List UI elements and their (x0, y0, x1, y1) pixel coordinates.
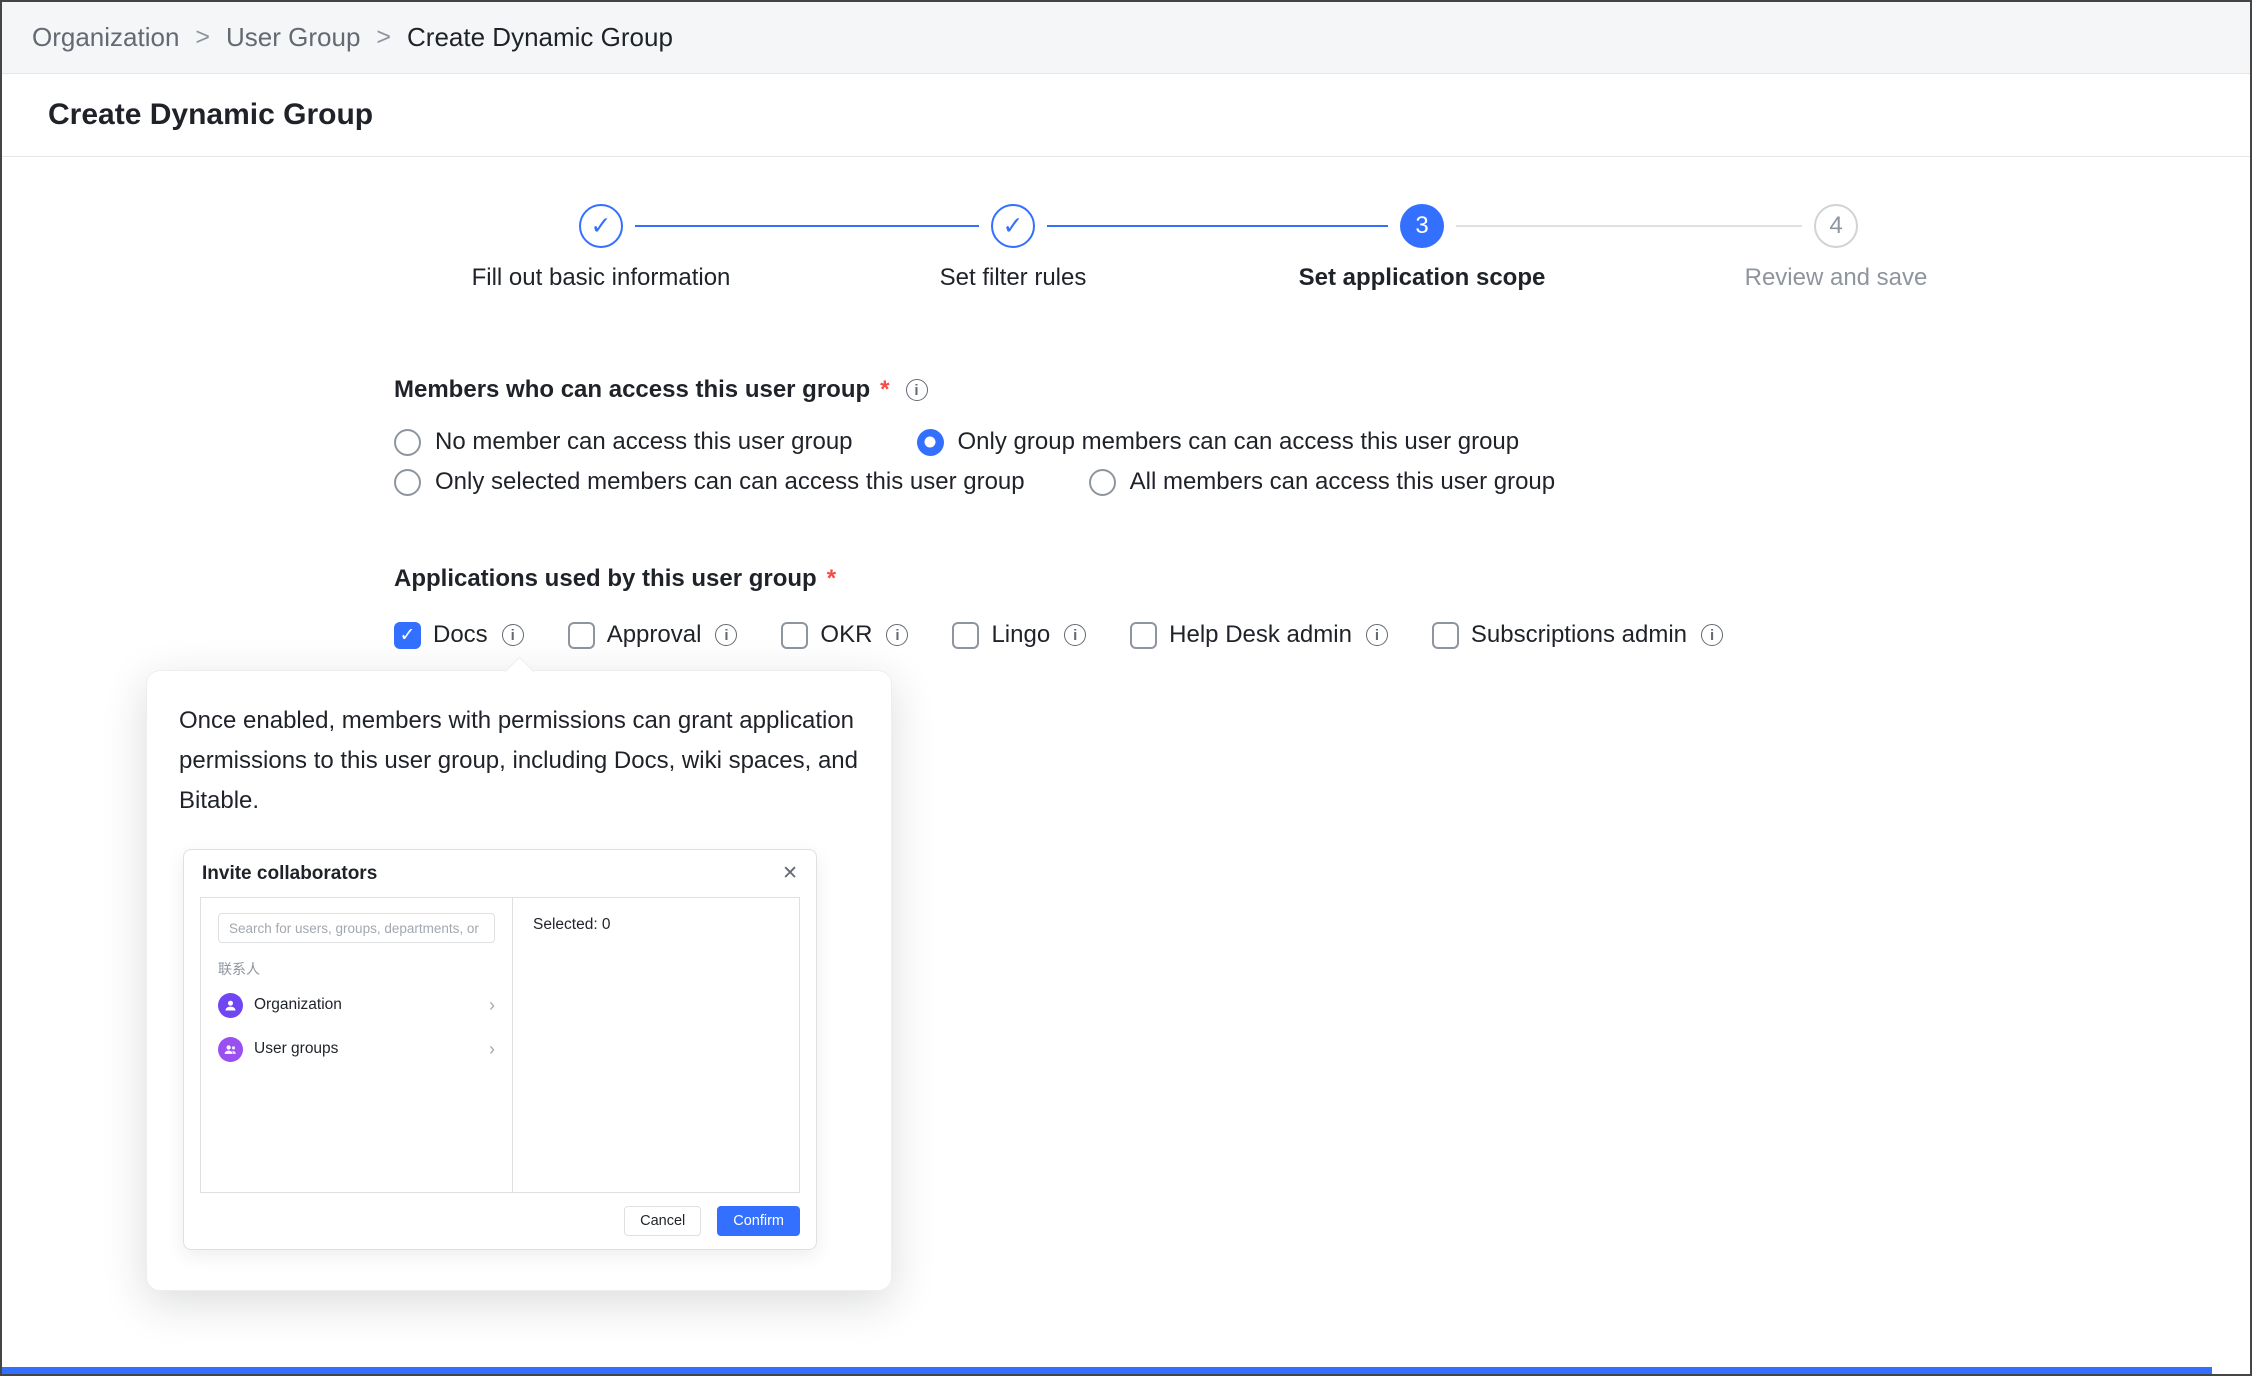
required-mark: * (880, 376, 889, 404)
applications-section-label: Applications used by this user group (394, 565, 817, 593)
info-icon[interactable]: i (1366, 624, 1388, 646)
info-icon[interactable]: i (502, 624, 524, 646)
user-groups-avatar-icon (218, 1037, 243, 1062)
breadcrumb-separator-icon: > (195, 23, 210, 52)
preview-modal-title: Invite collaborators (202, 863, 377, 885)
radio-no-member[interactable]: No member can access this user group (394, 428, 853, 456)
checkbox-icon (781, 622, 808, 649)
contacts-group-label: 联系人 (218, 959, 495, 979)
list-item-label: User groups (254, 1040, 338, 1058)
checkbox-checked-icon: ✓ (394, 622, 421, 649)
radio-all-members[interactable]: All members can access this user group (1089, 468, 1556, 496)
applications-section: Applications used by this user group * ✓… (394, 563, 1723, 655)
members-section-label: Members who can access this user group (394, 376, 870, 404)
step-3-label: Set application scope (1299, 264, 1546, 292)
checkbox-label: Subscriptions admin (1471, 621, 1687, 649)
required-mark: * (827, 565, 836, 593)
bottom-accent-bar (2, 1367, 2212, 1374)
checkbox-help-desk-admin[interactable]: Help Desk admin i (1130, 621, 1388, 649)
checkbox-docs[interactable]: ✓ Docs i (394, 621, 524, 649)
page-title: Create Dynamic Group (48, 98, 373, 132)
step-basic-information: ✓ Fill out basic information (381, 204, 821, 292)
confirm-button: Confirm (717, 1206, 800, 1236)
checkbox-icon (568, 622, 595, 649)
preview-modal-footer: Cancel Confirm (184, 1193, 816, 1249)
step-4-label: Review and save (1745, 264, 1928, 292)
info-icon[interactable]: i (1701, 624, 1723, 646)
breadcrumb-separator-icon: > (376, 23, 391, 52)
list-item-label: Organization (254, 996, 342, 1014)
applications-section-label-row: Applications used by this user group * (394, 563, 1723, 595)
radio-label: Only selected members can can access thi… (435, 468, 1025, 496)
page-title-bar: Create Dynamic Group (2, 74, 2250, 157)
radio-only-selected-members[interactable]: Only selected members can can access thi… (394, 468, 1025, 496)
radio-icon (394, 469, 421, 496)
step-application-scope: 3 Set application scope (1202, 204, 1642, 292)
members-section-label-row: Members who can access this user group *… (394, 374, 1555, 406)
organization-avatar-icon (218, 993, 243, 1018)
close-icon: ✕ (782, 864, 798, 883)
checkbox-icon (1130, 622, 1157, 649)
preview-modal-picker-panel: 联系人 Organization › User groups › (201, 898, 513, 1192)
step-1-check-icon[interactable]: ✓ (579, 204, 623, 248)
checkbox-label: OKR (820, 621, 872, 649)
list-item-user-groups: User groups › (218, 1031, 495, 1067)
docs-info-tooltip: Once enabled, members with permissions c… (146, 670, 892, 1291)
info-icon[interactable]: i (906, 379, 928, 401)
chevron-right-icon: › (489, 996, 495, 1014)
radio-icon (1089, 469, 1116, 496)
list-item-organization: Organization › (218, 987, 495, 1023)
checkbox-label: Help Desk admin (1169, 621, 1352, 649)
step-3-number: 3 (1400, 204, 1444, 248)
breadcrumb-item-user-group[interactable]: User Group (226, 22, 360, 53)
applications-checkbox-row: ✓ Docs i Approval i OKR i Lingo i He (394, 615, 1723, 655)
members-options-row-1: No member can access this user group Onl… (394, 422, 1555, 462)
radio-label: Only group members can can access this u… (958, 428, 1520, 456)
checkbox-icon (952, 622, 979, 649)
members-access-section: Members who can access this user group *… (394, 374, 1555, 502)
radio-only-group-members[interactable]: Only group members can can access this u… (917, 428, 1520, 456)
radio-icon (394, 429, 421, 456)
checkbox-label: Lingo (991, 621, 1050, 649)
preview-modal-header: Invite collaborators ✕ (184, 850, 816, 897)
step-2-label: Set filter rules (940, 264, 1087, 292)
checkbox-approval[interactable]: Approval i (568, 621, 738, 649)
radio-selected-icon (917, 429, 944, 456)
step-4-number: 4 (1814, 204, 1858, 248)
breadcrumb: Organization > User Group > Create Dynam… (2, 2, 2250, 74)
checkbox-lingo[interactable]: Lingo i (952, 621, 1086, 649)
checkbox-subscriptions-admin[interactable]: Subscriptions admin i (1432, 621, 1723, 649)
radio-label: All members can access this user group (1130, 468, 1556, 496)
selected-count: Selected: 0 (533, 916, 611, 933)
docs-tooltip-text: Once enabled, members with permissions c… (179, 701, 859, 821)
cancel-button: Cancel (624, 1206, 701, 1236)
checkbox-label: Docs (433, 621, 488, 649)
breadcrumb-item-current: Create Dynamic Group (407, 22, 673, 53)
info-icon[interactable]: i (1064, 624, 1086, 646)
step-2-check-icon[interactable]: ✓ (991, 204, 1035, 248)
step-filter-rules: ✓ Set filter rules (793, 204, 1233, 292)
preview-modal-selected-panel: Selected: 0 (513, 898, 799, 1192)
radio-label: No member can access this user group (435, 428, 853, 456)
members-options-row-2: Only selected members can can access thi… (394, 462, 1555, 502)
info-icon[interactable]: i (886, 624, 908, 646)
chevron-right-icon: › (489, 1040, 495, 1058)
checkbox-okr[interactable]: OKR i (781, 621, 908, 649)
info-icon[interactable]: i (715, 624, 737, 646)
preview-modal-body: 联系人 Organization › User groups › (200, 897, 800, 1193)
members-options: No member can access this user group Onl… (394, 422, 1555, 502)
checkbox-label: Approval (607, 621, 702, 649)
step-1-label: Fill out basic information (472, 264, 731, 292)
checkbox-icon (1432, 622, 1459, 649)
admin-console-window: Organization > User Group > Create Dynam… (0, 0, 2252, 1376)
search-input (218, 913, 495, 943)
step-review-and-save: 4 Review and save (1616, 204, 2056, 292)
breadcrumb-item-organization[interactable]: Organization (32, 22, 179, 53)
invite-collaborators-preview: Invite collaborators ✕ 联系人 Organization … (183, 849, 817, 1250)
